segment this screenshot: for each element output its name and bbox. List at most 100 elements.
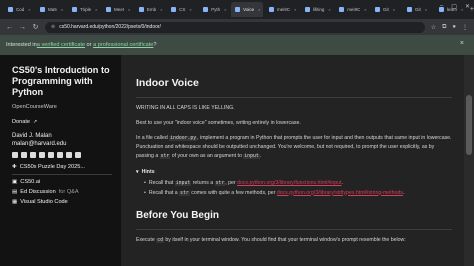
- course-title[interactable]: CS50's Introduction to Programming with …: [12, 65, 116, 98]
- favicon-icon: [72, 7, 77, 12]
- donate-label: Donate: [12, 119, 31, 125]
- facebook-icon[interactable]: [12, 152, 18, 158]
- new-tab-button[interactable]: +: [470, 6, 474, 13]
- instructor-name[interactable]: David J. Malan: [12, 133, 121, 139]
- browser-tab[interactable]: Ma5 ×: [36, 2, 66, 17]
- address-bar: ← → ↻ ⊜ cs50.harvard.edu/python/2022/pse…: [0, 19, 474, 35]
- close-tab-icon[interactable]: ×: [393, 7, 395, 12]
- banner-suffix: ?: [153, 42, 157, 48]
- close-window-icon[interactable]: ✕: [465, 3, 470, 10]
- browser-tab[interactable]: mei9C ×: [335, 2, 369, 17]
- bullet-icon: •: [144, 189, 146, 196]
- favicon-icon: [304, 7, 310, 12]
- extensions-icon[interactable]: ⧉: [442, 24, 446, 31]
- browser-tab[interactable]: Cod ×: [4, 2, 34, 17]
- text-run: , per: [225, 179, 238, 186]
- favicon-icon: [40, 7, 45, 12]
- paragraph-caps: WRITING IN ALL CAPS IS LIKE YELLING.: [136, 105, 235, 111]
- text-run: .: [341, 179, 343, 186]
- reddit-icon[interactable]: [48, 152, 54, 158]
- close-banner-icon[interactable]: ×: [460, 40, 464, 47]
- list-item: • Recall that input returns a str, per d…: [144, 179, 452, 189]
- scrollbar[interactable]: [464, 55, 474, 266]
- tab-label: lifiting: [312, 7, 325, 12]
- tab-label: Triple: [80, 7, 92, 12]
- browser-tab[interactable]: Voice ×: [231, 2, 264, 17]
- minimize-icon[interactable]: –: [440, 3, 443, 10]
- github-icon[interactable]: [21, 152, 27, 158]
- close-tab-icon[interactable]: ×: [294, 7, 296, 12]
- profile-avatar-icon[interactable]: ●: [452, 24, 456, 30]
- sidebar-link-ed[interactable]: ▤ Ed Discussion for Q&A: [12, 189, 121, 195]
- browser-tab[interactable]: Git ×: [371, 2, 401, 17]
- threads-icon[interactable]: [57, 152, 63, 158]
- tab-label: CS: [179, 7, 186, 12]
- twitter-icon[interactable]: [66, 152, 72, 158]
- tab-label: Voice: [243, 7, 255, 12]
- sidebar-link-vscode[interactable]: ▦ Visual Studio Code: [12, 199, 121, 205]
- tab-label: Git: [382, 7, 389, 12]
- close-tab-icon[interactable]: ×: [258, 7, 260, 12]
- scrollbar-thumb[interactable]: [466, 95, 472, 155]
- sidebar-link-cs50ai[interactable]: ▣ CS50.ai: [12, 179, 121, 185]
- browser-tab[interactable]: lifiting ×: [301, 2, 333, 17]
- main-content: Indoor Voice WRITING IN ALL CAPS IS LIKE…: [121, 55, 464, 266]
- close-tab-icon[interactable]: ×: [189, 7, 191, 12]
- close-tab-icon[interactable]: ×: [160, 7, 162, 12]
- menu-kebab-icon[interactable]: ⋮: [462, 24, 468, 31]
- page-title: Indoor Voice: [136, 77, 199, 89]
- close-tab-icon[interactable]: ×: [425, 7, 427, 12]
- paragraph-before-begin: Execute cd by itself in your terminal wi…: [136, 236, 452, 246]
- browser-tab[interactable]: mei9C ×: [265, 2, 299, 17]
- text-run: of your own as an argument to: [170, 153, 244, 160]
- heading-divider: [136, 97, 452, 98]
- text-run: .: [259, 153, 262, 160]
- back-icon[interactable]: ←: [6, 24, 13, 31]
- docs-string-methods-link[interactable]: docs.python.org/3/library/stdtypes.html#…: [277, 190, 403, 196]
- sidebar-link-label: CS50.ai: [20, 179, 41, 185]
- hints-label: Hints: [141, 168, 155, 175]
- verified-certificate-link[interactable]: a verified certificate: [37, 42, 85, 48]
- browser-tab[interactable]: Pyth ×: [199, 2, 229, 17]
- favicon-icon: [203, 7, 209, 12]
- cs50-icon: ▣: [12, 179, 18, 185]
- site-info-icon[interactable]: ⊜: [51, 24, 55, 30]
- code-input: input: [243, 154, 260, 160]
- text-run: Execute: [136, 237, 157, 244]
- hints-toggle[interactable]: ▾ Hints: [136, 169, 452, 175]
- favicon-icon: [235, 7, 241, 12]
- close-tab-icon[interactable]: ×: [61, 7, 63, 12]
- social-icons: [12, 152, 121, 158]
- browser-tab[interactable]: Triple ×: [68, 2, 100, 17]
- puzzle-day-link[interactable]: ✚ CS50x Puzzle Day 2025...: [12, 164, 121, 170]
- browser-tab[interactable]: Meet ×: [102, 2, 133, 17]
- close-tab-icon[interactable]: ×: [28, 7, 30, 12]
- reload-icon[interactable]: ↻: [32, 23, 39, 31]
- url-input[interactable]: ⊜ cs50.harvard.edu/python/2022/psets/0/i…: [45, 21, 425, 33]
- docs-input-link[interactable]: docs.python.org/3/library/functions.html…: [237, 180, 341, 186]
- donate-link[interactable]: Donate ↗: [12, 119, 121, 125]
- browser-tab[interactable]: Emb ×: [135, 2, 165, 17]
- instructor-email[interactable]: malan@harvard.edu: [12, 141, 121, 147]
- instagram-icon[interactable]: [30, 152, 36, 158]
- text-run: In a file called: [136, 134, 170, 141]
- browser-tab[interactable]: Git ×: [403, 2, 433, 17]
- close-tab-icon[interactable]: ×: [128, 7, 130, 12]
- code-str: str: [179, 190, 190, 196]
- vscode-icon: ▦: [12, 199, 18, 205]
- text-run: by itself in your terminal window. You s…: [163, 237, 406, 244]
- disclosure-triangle-icon: ▾: [136, 168, 139, 175]
- close-tab-icon[interactable]: ×: [364, 7, 366, 12]
- close-tab-icon[interactable]: ×: [328, 7, 330, 12]
- favicon-icon: [171, 7, 177, 12]
- forward-icon[interactable]: →: [19, 24, 26, 31]
- close-tab-icon[interactable]: ×: [95, 7, 97, 12]
- maximize-icon[interactable]: ▢: [451, 3, 457, 10]
- section-heading: Before You Begin: [136, 210, 219, 222]
- bookmark-star-icon[interactable]: ☆: [431, 24, 436, 31]
- linkedin-icon[interactable]: [39, 152, 45, 158]
- close-tab-icon[interactable]: ×: [224, 7, 226, 12]
- professional-certificate-link[interactable]: a professional certificate: [93, 42, 153, 48]
- mastodon-icon[interactable]: [75, 152, 81, 158]
- browser-tab[interactable]: CS ×: [167, 2, 197, 17]
